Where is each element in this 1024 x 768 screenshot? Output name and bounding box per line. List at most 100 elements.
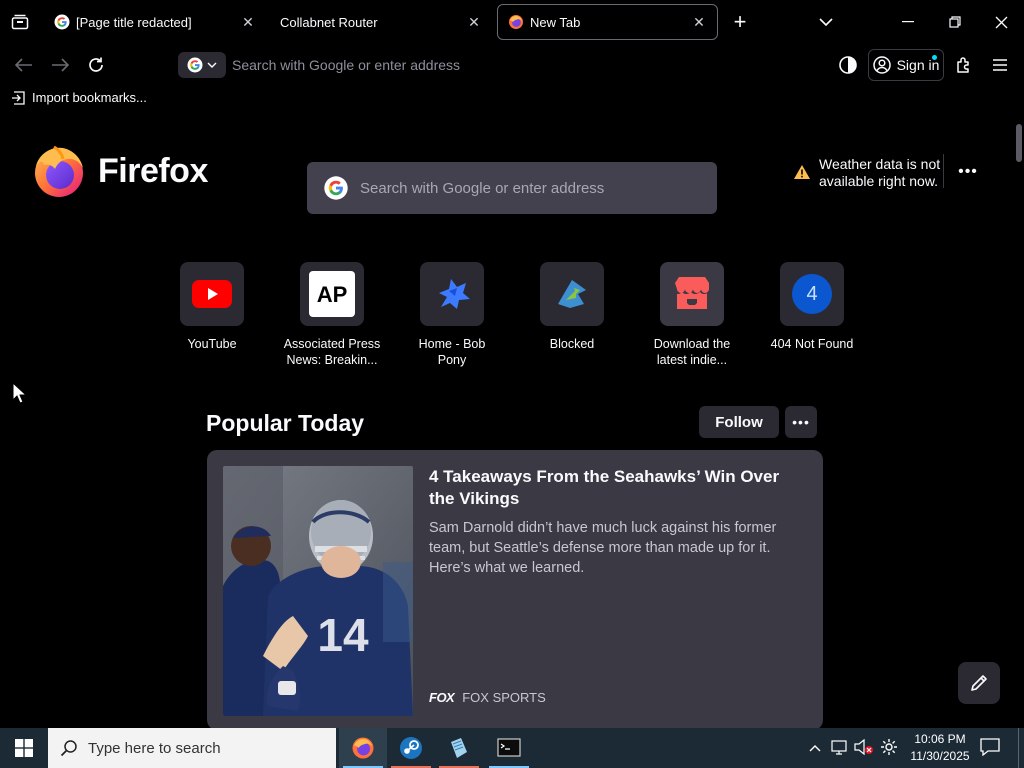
shortcut-youtube[interactable]: YouTube <box>152 262 272 352</box>
fox-sports-logo: FOX <box>429 690 455 705</box>
app-menu-button[interactable] <box>986 51 1014 79</box>
tab-overview-button[interactable] <box>5 8 35 36</box>
mouse-cursor-icon <box>12 382 26 404</box>
google-icon <box>54 14 70 30</box>
notepad-icon <box>451 738 467 758</box>
new-tab-button[interactable]: + <box>725 8 755 36</box>
story-card[interactable]: 14 4 Takeaways From the Seahawks’ Win Ov… <box>207 450 823 728</box>
url-input[interactable] <box>226 50 816 80</box>
notification-dot <box>932 55 937 60</box>
popular-today-header: Popular Today Follow ••• <box>206 406 822 446</box>
taskbar-app-steam[interactable] <box>387 728 435 768</box>
shortcut-label: Associated Press News: Breakin... <box>276 336 388 368</box>
shortcut-associated-press[interactable]: AP Associated Press News: Breakin... <box>272 262 392 368</box>
taskbar-app-terminal[interactable] <box>485 728 533 768</box>
show-desktop-button[interactable] <box>1018 728 1024 768</box>
contrast-icon <box>839 56 857 74</box>
navigation-toolbar: Sign in <box>0 44 1024 86</box>
firefox-icon <box>352 737 374 759</box>
shortcut-itch[interactable]: Download the latest indie... <box>632 262 752 368</box>
contrast-button[interactable] <box>834 51 862 79</box>
firefox-icon <box>508 14 524 30</box>
follow-button[interactable]: Follow <box>699 406 779 438</box>
shortcut-label: Blocked <box>516 336 628 352</box>
import-icon <box>12 90 25 105</box>
notification-icon <box>980 738 1000 757</box>
taskbar-clock[interactable]: 10:06 PM 11/30/2025 <box>906 731 974 765</box>
google-icon <box>324 176 348 200</box>
chevron-down-icon <box>819 18 833 27</box>
shortcut-tile[interactable]: AP <box>300 262 364 326</box>
section-more-button[interactable]: ••• <box>785 406 817 438</box>
new-tab-search[interactable] <box>307 162 717 214</box>
terminal-icon <box>497 738 521 757</box>
shortcut-bob-pony[interactable]: Home - Bob Pony <box>392 262 512 368</box>
new-tab-search-input[interactable] <box>348 179 717 197</box>
weather-message-line: available right now. <box>819 173 939 189</box>
show-hidden-icons-button[interactable] <box>806 738 824 758</box>
shortcut-blocked[interactable]: Blocked <box>512 262 632 352</box>
restore-button[interactable] <box>940 8 970 36</box>
shortcut-tile[interactable]: 4 <box>780 262 844 326</box>
bob-pony-icon <box>439 279 470 309</box>
start-button[interactable] <box>0 728 48 768</box>
shortcut-label: Home - Bob Pony <box>396 336 508 368</box>
shortcut-label-line: Pony <box>437 353 467 367</box>
new-tab-page: Firefox Weather data is not available ri… <box>0 114 1024 728</box>
more-icon: ••• <box>958 163 978 180</box>
story-image: 14 <box>223 466 413 716</box>
more-icon: ••• <box>792 414 810 430</box>
firefox-wordmark: Firefox <box>98 151 208 190</box>
extensions-button[interactable] <box>950 51 978 79</box>
minimize-button[interactable] <box>893 8 923 36</box>
taskbar-app-notepad[interactable] <box>435 728 483 768</box>
restore-icon <box>949 16 961 28</box>
close-tab-button[interactable]: ✕ <box>236 10 260 34</box>
story-title[interactable]: 4 Takeaways From the Seahawks’ Win Over … <box>429 466 809 510</box>
volume-button[interactable] <box>854 738 874 758</box>
shortcut-tile[interactable] <box>540 262 604 326</box>
settings-tray-button[interactable] <box>880 738 900 758</box>
shortcut-tile[interactable] <box>660 262 724 326</box>
tab-collabnet-router[interactable]: Collabnet Router ✕ <box>270 4 492 40</box>
close-tab-button[interactable]: ✕ <box>462 10 486 34</box>
sign-in-button[interactable]: Sign in <box>868 49 944 81</box>
reload-button[interactable] <box>82 51 110 79</box>
weather-message-line: Weather data is not <box>819 156 941 172</box>
windows-icon <box>15 739 33 757</box>
customize-button[interactable] <box>958 662 1000 704</box>
tab-new-tab[interactable]: New Tab ✕ <box>497 4 718 40</box>
notifications-button[interactable] <box>980 738 1004 760</box>
weather-more-button[interactable]: ••• <box>955 160 981 184</box>
close-tab-button[interactable]: ✕ <box>687 10 711 34</box>
ap-icon: AP <box>309 271 355 317</box>
clock-date: 11/30/2025 <box>910 749 970 763</box>
browser-window: [Page title redacted] ✕ Collabnet Router… <box>0 0 1024 768</box>
back-button[interactable] <box>10 51 38 79</box>
firefox-icon <box>35 145 83 197</box>
tab-redacted[interactable]: [Page title redacted] ✕ <box>44 4 266 40</box>
list-all-tabs-button[interactable] <box>811 8 841 36</box>
shortcut-label: 404 Not Found <box>756 336 868 352</box>
network-button[interactable] <box>830 738 850 758</box>
divider <box>943 154 944 188</box>
taskbar-search-input[interactable] <box>88 739 336 757</box>
close-icon: ✕ <box>242 13 254 30</box>
import-bookmarks-label: Import bookmarks... <box>32 90 147 105</box>
scrollbar-thumb[interactable] <box>1016 124 1022 162</box>
close-window-button[interactable] <box>986 8 1016 36</box>
shortcut-404-not-found[interactable]: 4 404 Not Found <box>752 262 872 352</box>
taskbar-app-firefox[interactable] <box>339 728 387 768</box>
import-bookmarks-button[interactable]: Import bookmarks... <box>12 90 147 105</box>
shortcut-tile[interactable] <box>420 262 484 326</box>
taskbar-search[interactable] <box>48 728 336 768</box>
volume-muted-icon <box>854 738 873 756</box>
search-engine-button[interactable] <box>178 52 226 78</box>
shortcut-tile[interactable] <box>180 262 244 326</box>
gear-icon <box>881 739 897 755</box>
bookmarks-toolbar: Import bookmarks... <box>0 86 1024 114</box>
warning-icon <box>794 165 810 179</box>
forward-button[interactable] <box>46 51 74 79</box>
puzzle-icon <box>957 57 969 73</box>
football-player-photo: 14 <box>223 466 413 716</box>
